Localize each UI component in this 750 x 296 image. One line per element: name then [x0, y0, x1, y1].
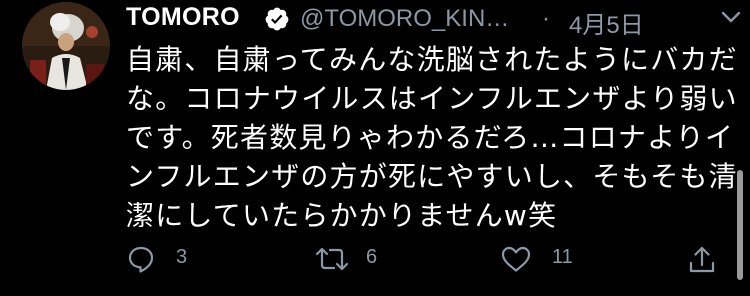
tweet-date[interactable]: 4月5日: [569, 5, 644, 40]
share-icon: [689, 246, 715, 273]
retweet-icon: [315, 247, 349, 271]
like-count: 11: [552, 246, 573, 268]
tweet-text: 自粛、自粛ってみんな洗脳されたようにバカだ な。コロナウイルスはインフルエンザよ…: [126, 40, 738, 235]
tweet-text-line: な。コロナウイルスはインフルエンザより弱い: [126, 82, 738, 115]
retweet-button[interactable]: 6: [314, 242, 404, 276]
display-name[interactable]: TOMORO: [126, 3, 240, 32]
scrollbar[interactable]: [737, 170, 743, 280]
avatar[interactable]: [22, 2, 110, 90]
verified-badge-icon: [265, 7, 289, 31]
like-button[interactable]: 11: [500, 242, 590, 276]
share-button[interactable]: [686, 242, 720, 276]
heart-icon: [501, 246, 531, 272]
retweet-count: 6: [366, 246, 378, 268]
tweet-text-line: です。死者数見りゃわかるだろ…コロナよりイ: [126, 121, 735, 154]
tweet-actions: 3 6 11: [126, 242, 726, 276]
separator-dot: ·: [542, 5, 550, 32]
reply-button[interactable]: 3: [126, 242, 206, 276]
tweet-card[interactable]: TOMORO @TOMORO_KIN… · 4月5日 自粛、自粛ってみんな洗脳さ…: [0, 0, 750, 296]
tweet-text-line: ンフルエンザの方が死にやすいし、そもそも清: [126, 160, 738, 193]
user-handle[interactable]: @TOMORO_KIN…: [300, 5, 509, 33]
tweet-header: TOMORO @TOMORO_KIN… · 4月5日: [126, 2, 741, 39]
reply-icon: [128, 246, 154, 273]
chevron-down-icon[interactable]: [718, 6, 744, 28]
reply-count: 3: [176, 246, 188, 268]
tweet-text-line: 潔にしていたらかかりませんw笑: [126, 199, 558, 232]
avatar-image: [22, 2, 110, 90]
tweet-text-line: 自粛、自粛ってみんな洗脳されたようにバカだ: [126, 43, 738, 76]
